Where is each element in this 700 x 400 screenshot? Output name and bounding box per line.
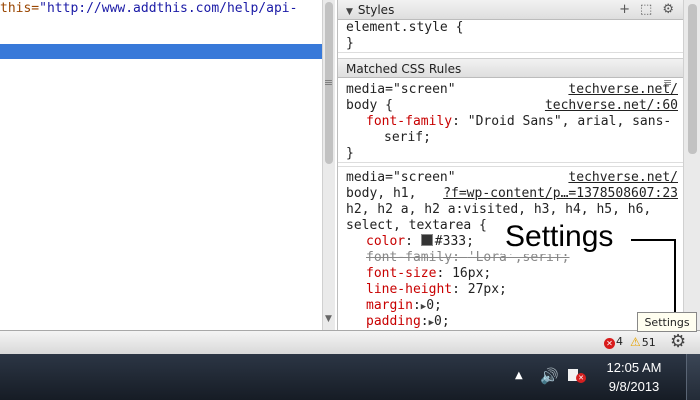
console-warning-counter[interactable]: ⚠51 bbox=[630, 335, 656, 349]
styles-scrollbar[interactable]: ▼ bbox=[683, 0, 700, 330]
rule-selector[interactable]: body, h1, bbox=[346, 186, 416, 201]
matched-css-rules-header[interactable]: Matched CSS Rules bbox=[338, 58, 683, 78]
rule-selector-line: body { techverse.net/:60 bbox=[346, 98, 683, 114]
pane-resize-grip-icon[interactable]: ≡ bbox=[663, 76, 672, 89]
css-property-value[interactable]: "Droid Sans", arial, sans- bbox=[468, 114, 672, 129]
css-property-name[interactable]: font-family bbox=[366, 250, 452, 265]
pane-resize-grip-icon[interactable]: ≡ bbox=[322, 76, 335, 89]
css-property-value[interactable]: 27px; bbox=[468, 282, 507, 297]
color-swatch[interactable] bbox=[420, 234, 433, 246]
css-property-name[interactable]: color bbox=[366, 234, 405, 249]
settings-gear-icon[interactable]: ⚙ bbox=[670, 332, 686, 352]
css-rule-body[interactable]: media="screen" techverse.net/ body { tec… bbox=[338, 80, 683, 163]
element-style-rule[interactable]: element.style { } bbox=[338, 20, 683, 53]
toggle-element-state-icon[interactable]: ⬚ bbox=[640, 2, 652, 17]
css-property-value[interactable]: 0; bbox=[426, 298, 442, 313]
rule-source-link[interactable]: techverse.net/ bbox=[568, 170, 678, 186]
css-property-line[interactable]: font-family: "Droid Sans", arial, sans- bbox=[346, 114, 683, 130]
rule-media-line: media="screen" techverse.net/ bbox=[346, 170, 683, 186]
source-code-line[interactable]: this="http://www.addthis.com/help/api- bbox=[0, 0, 297, 17]
network-disconnected-icon[interactable]: ✕ bbox=[568, 367, 586, 383]
warning-icon: ⚠ bbox=[630, 335, 641, 349]
css-property-line[interactable]: font-size: 16px; bbox=[346, 266, 683, 282]
css-property-name[interactable]: font-size bbox=[366, 266, 436, 281]
rule-source-link[interactable]: ?f=wp-content/p…=1378508607:23 bbox=[443, 186, 678, 202]
styles-scrollbar-thumb[interactable] bbox=[688, 4, 697, 154]
add-rule-icon[interactable]: + bbox=[619, 2, 630, 17]
css-property-value-continued: serif; bbox=[384, 130, 431, 145]
settings-tooltip: Settings bbox=[637, 312, 697, 332]
css-property-line[interactable]: padding:▶0; bbox=[346, 314, 683, 330]
element-style-selector[interactable]: element.style { bbox=[346, 20, 683, 36]
css-property-value[interactable]: 16px; bbox=[452, 266, 491, 281]
css-property-value[interactable]: 0; bbox=[434, 314, 450, 329]
css-property-line[interactable]: margin:▶0; bbox=[346, 298, 683, 314]
rule-media: media="screen" bbox=[346, 170, 456, 185]
expand-triangle-icon[interactable]: ▼ bbox=[346, 7, 353, 17]
matched-css-rules-label: Matched CSS Rules bbox=[346, 62, 462, 76]
devtools-status-bar: ✕ 4 ⚠51 ⚙ bbox=[0, 330, 700, 354]
clock-date: 9/8/2013 bbox=[608, 379, 660, 394]
error-count: 4 bbox=[616, 335, 623, 348]
selected-dom-node-row[interactable] bbox=[0, 44, 322, 59]
styles-toolbar: + ⬚ ⚙ bbox=[609, 0, 674, 20]
styles-header-label: Styles bbox=[357, 3, 395, 17]
rule-close: } bbox=[346, 146, 354, 161]
styles-sidebar-pane: ▼ Styles + ⬚ ⚙ element.style { } Matched CS… bbox=[337, 0, 683, 330]
css-property-name[interactable]: font-family bbox=[366, 114, 452, 129]
network-error-badge-icon: ✕ bbox=[576, 373, 586, 383]
rule-selector[interactable]: body { bbox=[346, 98, 393, 113]
windows-taskbar: ▲ 🔊 ✕ 12:05 AM 9/8/2013 bbox=[0, 354, 700, 400]
annotation-line-vertical bbox=[674, 239, 676, 317]
annotation-line-horizontal bbox=[631, 239, 675, 241]
settings-annotation-label: Settings bbox=[502, 220, 617, 254]
rule-selector-line: body, h1, ?f=wp-content/p…=1378508607:23 bbox=[346, 186, 683, 202]
rule-source-link[interactable]: techverse.net/:60 bbox=[545, 98, 678, 114]
system-clock[interactable]: 12:05 AM 9/8/2013 bbox=[596, 358, 672, 396]
element-style-close: } bbox=[346, 36, 354, 51]
speaker-icon[interactable]: 🔊 bbox=[540, 367, 559, 385]
source-scrollbar[interactable]: ▼ bbox=[322, 0, 335, 330]
elements-source-pane[interactable]: this="http://www.addthis.com/help/api- bbox=[0, 0, 322, 330]
css-property-value[interactable]: #333; bbox=[435, 234, 474, 249]
rule-media: media="screen" bbox=[346, 82, 456, 97]
warning-count: 51 bbox=[641, 336, 656, 349]
clock-time: 12:05 AM bbox=[606, 360, 662, 375]
rule-media-line: media="screen" techverse.net/ bbox=[346, 82, 683, 98]
chevron-up-icon[interactable]: ▲ bbox=[515, 370, 523, 381]
styles-section-header[interactable]: ▼ Styles + ⬚ ⚙ bbox=[338, 0, 683, 20]
css-property-name[interactable]: margin bbox=[366, 298, 413, 313]
css-property-name[interactable]: padding bbox=[366, 314, 421, 329]
console-error-counter[interactable]: ✕ 4 bbox=[604, 335, 623, 349]
css-property-line[interactable]: line-height: 27px; bbox=[346, 282, 683, 298]
error-icon: ✕ bbox=[604, 338, 615, 349]
scroll-down-arrow-icon[interactable]: ▼ bbox=[325, 314, 332, 324]
rule-source-link[interactable]: techverse.net/ bbox=[568, 82, 678, 98]
show-desktop-button[interactable] bbox=[686, 354, 700, 400]
css-property-name[interactable]: line-height bbox=[366, 282, 452, 297]
styles-settings-gear-icon[interactable]: ⚙ bbox=[662, 2, 674, 17]
rule-selector-continued[interactable]: h2, h2 a, h2 a:visited, h3, h4, h5, h6, bbox=[346, 202, 683, 218]
